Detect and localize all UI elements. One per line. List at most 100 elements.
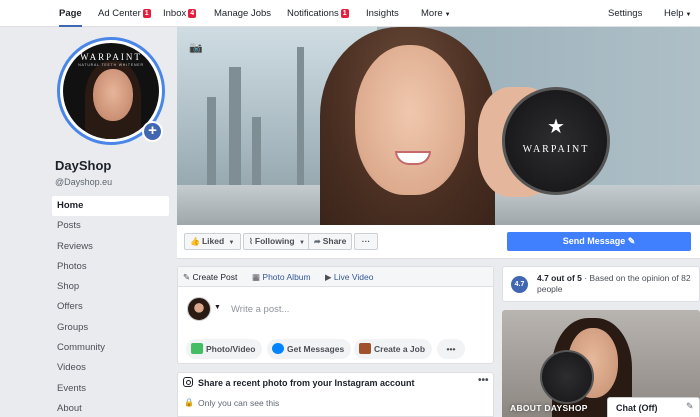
warpaint-jar: ★ WARPAINT xyxy=(502,87,610,195)
post-composer: ✎ Create Post ▦ Photo Album ▶ Live Video… xyxy=(177,266,494,364)
page-handle[interactable]: @Dayshop.eu xyxy=(55,177,112,187)
nav-page[interactable]: Page xyxy=(59,0,82,27)
nav-insights-label: Insights xyxy=(366,8,399,19)
top-nav: Page Ad Center 1 Inbox 4 Manage Jobs Notif… xyxy=(0,0,700,27)
building-shape xyxy=(297,47,304,187)
liked-button[interactable]: 👍 Liked ▼ xyxy=(184,233,241,250)
nav-manage-jobs[interactable]: Manage Jobs xyxy=(214,0,271,27)
chevron-down-icon: ▼ xyxy=(298,240,305,246)
nav-inbox[interactable]: Inbox 4 xyxy=(163,0,197,27)
instagram-card-title: Share a recent photo from your Instagram… xyxy=(198,378,415,388)
messenger-icon xyxy=(272,343,284,354)
add-profile-photo-button[interactable]: + xyxy=(142,121,163,142)
notifications-badge: 1 xyxy=(340,9,349,18)
chevron-down-icon: ▼ xyxy=(444,12,451,18)
sidebar-item-events[interactable]: Events xyxy=(52,379,169,399)
instagram-icon xyxy=(183,377,193,387)
avatar-sub-text: NATURAL TEETH WHITENER xyxy=(78,63,144,67)
nav-ad-center-label: Ad Center xyxy=(98,8,141,19)
page-name[interactable]: DayShop xyxy=(55,158,111,173)
send-message-button[interactable]: Send Message ✎ xyxy=(507,232,691,251)
create-job-button[interactable]: Create a Job xyxy=(354,339,433,359)
nav-settings[interactable]: Settings xyxy=(608,0,642,27)
lock-icon: 🔒 xyxy=(184,398,194,407)
pencil-icon: ✎ xyxy=(627,236,636,246)
sidebar-item-about[interactable]: About xyxy=(52,399,169,417)
following-button[interactable]: ⌇ Following ▼ xyxy=(243,233,311,250)
nav-manage-jobs-label: Manage Jobs xyxy=(214,8,272,19)
briefcase-icon xyxy=(359,343,371,354)
building-shape xyxy=(229,67,241,187)
following-label: Following xyxy=(254,236,295,246)
photo-video-button[interactable]: Photo/Video xyxy=(186,339,263,359)
sidebar-item-shop[interactable]: Shop xyxy=(52,277,169,297)
nav-notifications-label: Notifications xyxy=(287,8,339,19)
inbox-badge: 4 xyxy=(188,9,197,18)
chevron-down-icon: ▼ xyxy=(228,240,235,246)
nav-more-label: More xyxy=(421,8,443,19)
sidebar-item-reviews[interactable]: Reviews xyxy=(52,237,169,257)
tab-photo-album[interactable]: ▦ Photo Album xyxy=(252,272,311,283)
chevron-down-icon: ▼ xyxy=(685,12,692,18)
about-jar-shape xyxy=(540,350,594,404)
ad-center-badge: 1 xyxy=(142,9,151,18)
write-post-input[interactable]: Write a post... xyxy=(231,304,289,315)
rating-card[interactable]: 4.7 4.7 out of 5 · Based on the opinion … xyxy=(502,266,700,302)
tab-photo-album-label: Photo Album xyxy=(262,272,311,282)
building-shape xyxy=(207,97,216,187)
star-icon: ★ xyxy=(547,116,565,138)
page-action-bar: 👍 Liked ▼ ⌇ Following ▼ ➦ Share ··· Send Me… xyxy=(177,225,700,259)
tab-create-post-label: Create Post xyxy=(192,272,238,282)
sidebar-item-photos[interactable]: Photos xyxy=(52,257,169,277)
chat-label: Chat (Off) xyxy=(616,403,658,413)
composer-more-button[interactable]: ••• xyxy=(437,339,465,359)
chat-bar[interactable]: Chat (Off) ✎ xyxy=(607,397,700,417)
tab-create-post[interactable]: ✎ Create Post xyxy=(183,272,237,283)
avatar-face-shape xyxy=(93,69,133,121)
nav-help[interactable]: Help ▼ xyxy=(664,0,692,27)
sidebar-item-community[interactable]: Community xyxy=(52,338,169,358)
composer-avatar[interactable] xyxy=(187,297,211,321)
nav-settings-label: Settings xyxy=(608,8,643,19)
plus-icon: + xyxy=(148,122,157,139)
compose-icon[interactable]: ✎ xyxy=(686,401,694,412)
rating-text: 4.7 out of 5 · Based on the opinion of 8… xyxy=(537,273,697,295)
nav-insights[interactable]: Insights xyxy=(366,0,399,27)
photo-icon xyxy=(191,343,203,354)
tab-live-video[interactable]: ▶ Live Video xyxy=(325,272,373,283)
sidebar-item-groups[interactable]: Groups xyxy=(52,318,169,338)
instagram-share-card: Share a recent photo from your Instagram… xyxy=(177,372,494,417)
rss-icon: ⌇ xyxy=(249,237,253,246)
cover-face-shape xyxy=(355,45,465,195)
composer-tabs: ✎ Create Post ▦ Photo Album ▶ Live Video xyxy=(178,267,493,287)
share-button[interactable]: ➦ Share xyxy=(308,233,353,250)
nav-page-label: Page xyxy=(59,8,82,19)
share-arrow-icon: ➦ xyxy=(314,237,321,246)
nav-ad-center[interactable]: Ad Center 1 xyxy=(98,0,151,27)
about-card-label: ABOUT DAYSHOP xyxy=(510,403,588,413)
nav-notifications[interactable]: Notifications 1 xyxy=(287,0,349,27)
camera-icon[interactable]: 📷 xyxy=(189,41,203,54)
ellipsis-icon: ••• xyxy=(446,344,456,354)
cover-photo[interactable]: ★ WARPAINT 📷 xyxy=(177,27,700,225)
nav-more[interactable]: More ▼ xyxy=(421,0,451,27)
share-label: Share xyxy=(322,236,347,246)
liked-label: Liked xyxy=(201,236,225,246)
get-messages-button[interactable]: Get Messages xyxy=(267,339,352,359)
sidebar-item-posts[interactable]: Posts xyxy=(52,216,169,236)
jar-brand-text: WARPAINT xyxy=(522,144,590,155)
nav-inbox-label: Inbox xyxy=(163,8,187,19)
sidebar-item-offers[interactable]: Offers xyxy=(52,297,169,317)
instagram-more-button[interactable]: ••• xyxy=(478,375,489,386)
pencil-icon: ✎ xyxy=(183,272,191,282)
thumbs-up-icon: 👍 xyxy=(190,237,200,246)
sidebar-item-videos[interactable]: Videos xyxy=(52,358,169,378)
photo-album-icon: ▦ xyxy=(252,272,261,282)
ellipsis-icon: ··· xyxy=(361,236,371,246)
instagram-visibility-text: Only you can see this xyxy=(198,398,280,408)
rating-badge: 4.7 xyxy=(511,276,528,293)
sidebar-item-home[interactable]: Home xyxy=(52,196,169,217)
more-actions-button[interactable]: ··· xyxy=(354,233,378,250)
sidebar-nav: Home Posts Reviews Photos Shop Offers Gr… xyxy=(52,196,169,417)
chevron-down-icon[interactable]: ▼ xyxy=(214,304,221,311)
